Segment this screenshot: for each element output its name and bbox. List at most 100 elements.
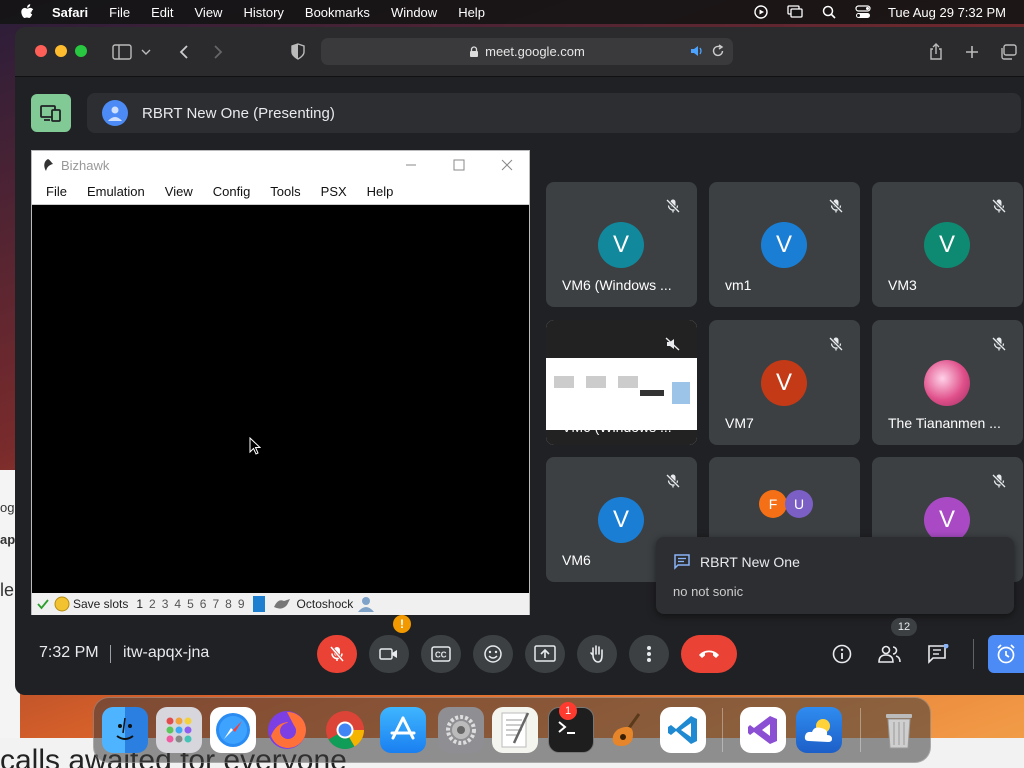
launchpad-icon[interactable] [156,707,202,753]
reload-icon[interactable] [711,44,725,61]
participant-name: The Tiananmen ... [888,415,1001,431]
close-window-button[interactable] [35,45,47,57]
minimize-window-button[interactable] [55,45,67,57]
present-screen-button[interactable] [525,635,565,673]
control-center-icon[interactable] [854,4,872,20]
captions-button[interactable]: CC [421,635,461,673]
more-options-button[interactable] [629,635,669,673]
chat-button[interactable] [923,639,953,669]
participant-name: VM3 [888,277,917,293]
safari-icon[interactable] [210,707,256,753]
chat-notification[interactable]: RBRT New One no not sonic [656,537,1014,614]
screen-thumbnail-element [640,390,664,396]
microphone-toggle-button[interactable] [317,635,357,673]
forward-arrow-icon[interactable] [207,41,229,63]
checkmark-icon [37,599,49,610]
participant-avatar: V [761,360,807,406]
camera-warning-badge: ! [393,615,411,633]
system-settings-icon[interactable] [438,707,484,753]
sidebar-toggle-icon[interactable] [111,41,133,63]
raise-hand-button[interactable] [577,635,617,673]
trash-icon[interactable] [876,707,922,753]
tab-overview-icon[interactable] [997,41,1019,63]
mac-menubar: Safari File Edit View History Bookmarks … [0,0,1024,24]
mouse-cursor-icon [249,436,262,460]
bizhawk-menu-emulation: Emulation [86,184,145,199]
presentation-layout-button[interactable] [31,94,71,132]
privacy-shield-icon[interactable] [287,41,309,63]
minimize-icon [403,157,419,173]
address-bar[interactable]: meet.google.com [321,38,733,65]
menubar-clock[interactable]: Tue Aug 29 7:32 PM [888,5,1006,20]
people-icon [878,645,901,663]
lock-icon [469,45,479,58]
menu-item-file[interactable]: File [109,5,130,20]
garageband-icon[interactable] [604,707,650,753]
textedit-icon[interactable] [492,707,538,753]
bizhawk-menu-help: Help [366,184,394,199]
apple-icon[interactable] [18,3,36,21]
screen-mirroring-icon[interactable] [786,4,804,20]
chrome-icon[interactable] [322,707,368,753]
safari-window: meet.google.com RBRT New One (Presenting… [15,27,1024,695]
save-slot: 8 [225,597,232,611]
reactions-button[interactable] [473,635,513,673]
participant-avatar: V [761,222,807,268]
participant-tile-screen-share[interactable]: VM6 (Windows ... [546,320,697,445]
presenting-banner: RBRT New One (Presenting) [87,93,1021,133]
participant-tile[interactable]: V VM6 (Windows ... [546,182,697,307]
menu-item-window[interactable]: Window [391,5,437,20]
new-tab-plus-icon[interactable] [961,41,983,63]
people-button[interactable] [875,639,905,669]
emoji-icon [484,645,502,663]
participant-tile[interactable]: The Tiananmen ... [872,320,1023,445]
notification-badge: 1 [559,702,577,720]
menu-app-name[interactable]: Safari [52,5,88,20]
bizhawk-menu-psx: PSX [320,184,347,199]
menu-item-edit[interactable]: Edit [151,5,173,20]
emulator-core-label: Octoshock [296,597,354,611]
audio-playing-icon[interactable] [689,44,705,61]
alarm-clock-icon [997,644,1015,664]
menu-item-history[interactable]: History [243,5,283,20]
background-text-fragment: ap [0,532,16,547]
save-slot: 5 [187,597,194,611]
presenter-avatar [102,100,128,126]
menu-item-help[interactable]: Help [458,5,485,20]
back-arrow-icon[interactable] [173,41,195,63]
participant-tile[interactable]: V vm1 [709,182,860,307]
weather-icon[interactable] [796,707,842,753]
background-text-fragment: le [0,580,15,600]
participant-name: VM7 [725,415,754,431]
mic-off-icon [665,198,681,214]
activities-button[interactable] [988,635,1024,673]
menu-item-view[interactable]: View [195,5,223,20]
zoom-window-button[interactable] [75,45,87,57]
participant-tile[interactable]: V VM7 [709,320,860,445]
menu-item-bookmarks[interactable]: Bookmarks [305,5,370,20]
participant-name: VM6 [562,552,591,568]
leave-call-button[interactable] [681,635,737,673]
save-slot: 1 [136,597,144,611]
camera-toggle-button[interactable] [369,635,409,673]
firefox-icon[interactable] [264,707,310,753]
play-circle-icon[interactable] [752,4,770,20]
save-slot: 9 [237,597,245,611]
vscode-icon[interactable] [660,707,706,753]
save-slot: 4 [174,597,182,611]
participant-name: VM6 (Windows ... [562,277,672,293]
meeting-code: itw-apqx-jna [123,644,210,661]
visual-studio-icon[interactable] [740,707,786,753]
search-icon[interactable] [820,4,838,20]
meeting-details-button[interactable] [827,639,857,669]
finder-icon[interactable] [102,707,148,753]
chevron-down-icon[interactable] [139,41,153,63]
info-icon [832,644,852,664]
share-icon[interactable] [925,41,947,63]
participant-tile[interactable]: V VM3 [872,182,1023,307]
screen-thumbnail-element [618,376,638,388]
bizhawk-menubar: File Emulation View Config Tools PSX Hel… [32,179,529,205]
participant-avatar: V [598,222,644,268]
close-icon [499,157,515,173]
app-store-icon[interactable] [380,707,426,753]
